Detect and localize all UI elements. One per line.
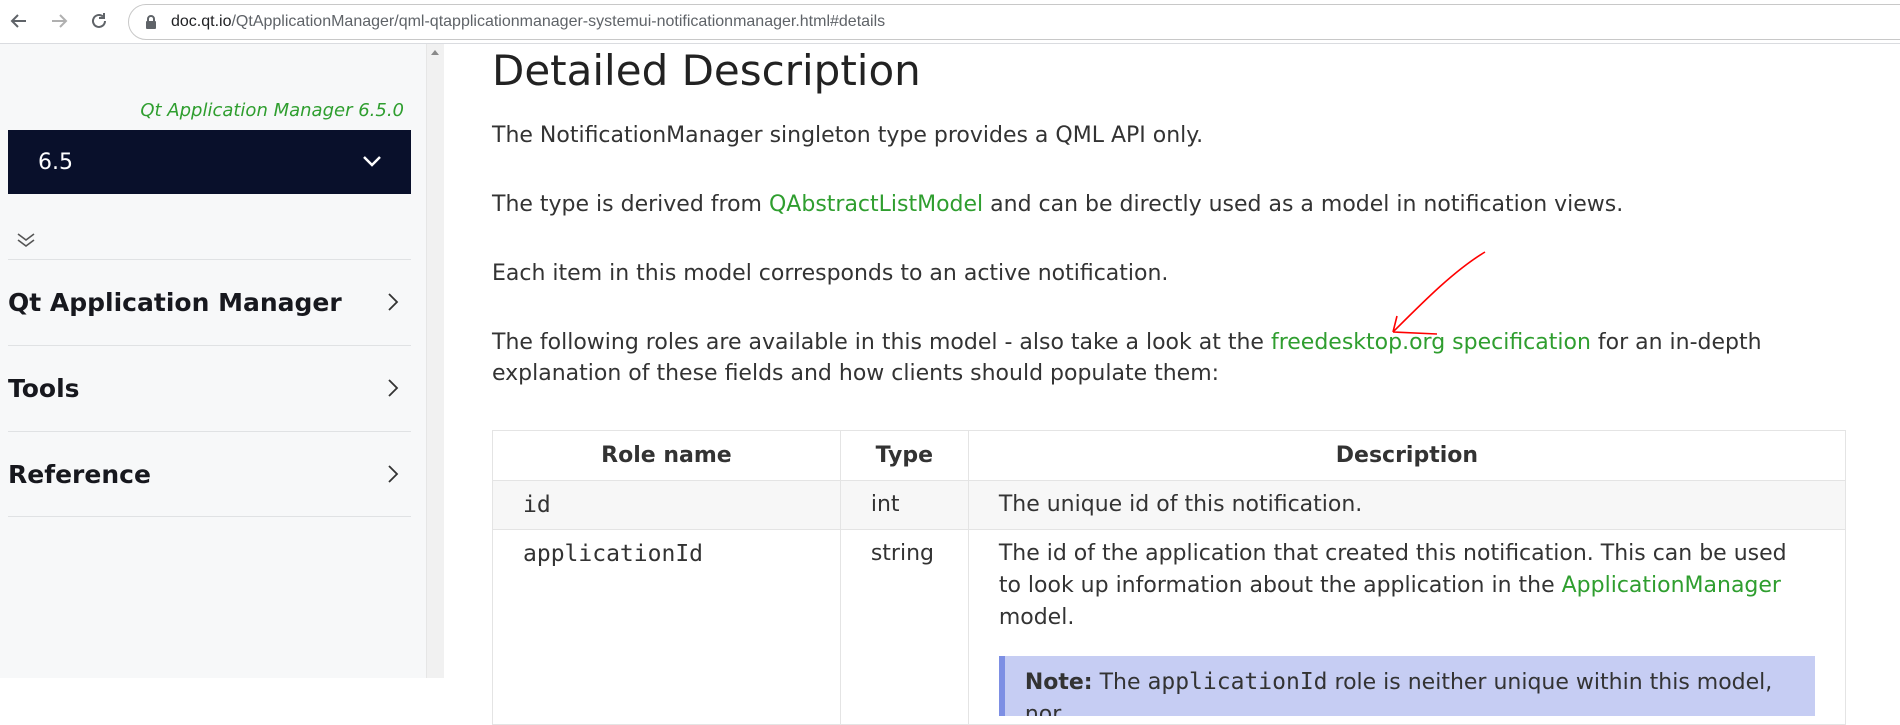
page-title: Detailed Description bbox=[492, 46, 921, 95]
sidebar-item-tools[interactable]: Tools bbox=[8, 345, 411, 431]
sidebar-item-reference[interactable]: Reference bbox=[8, 431, 411, 517]
version-select[interactable]: 6.5 bbox=[8, 130, 411, 194]
scroll-up-arrow-icon[interactable] bbox=[431, 50, 439, 55]
chevron-right-icon bbox=[388, 379, 399, 397]
type-cell: int bbox=[839, 480, 969, 530]
lock-icon bbox=[146, 15, 156, 29]
browser-toolbar: doc.qt.io/QtApplicationManager/qml-qtapp… bbox=[0, 0, 1900, 44]
url-path: /QtApplicationManager/qml-qtapplicationm… bbox=[231, 13, 886, 30]
paragraph-2: The type is derived from QAbstractListMo… bbox=[492, 189, 1872, 220]
paragraph-1: The NotificationManager singleton type p… bbox=[492, 123, 1204, 148]
sidebar-nav: Qt Application Manager Tools Reference bbox=[8, 259, 411, 517]
forward-arrow-icon[interactable] bbox=[46, 8, 72, 34]
type-cell: string bbox=[839, 529, 969, 725]
reload-icon[interactable] bbox=[86, 8, 112, 34]
paragraph-3: Each item in this model corresponds to a… bbox=[492, 261, 1169, 286]
address-bar[interactable]: doc.qt.io/QtApplicationManager/qml-qtapp… bbox=[128, 4, 1900, 40]
description-text: model. bbox=[998, 605, 1075, 630]
main-content: Detailed Description The NotificationMan… bbox=[492, 44, 1892, 725]
product-version-label: Qt Application Manager 6.5.0 bbox=[140, 100, 404, 121]
sidebar-item-label: Tools bbox=[8, 374, 80, 403]
paragraph-text: The type is derived from bbox=[492, 192, 769, 217]
applicationmanager-link[interactable]: ApplicationManager bbox=[1562, 573, 1781, 598]
sidebar-scrollbar[interactable] bbox=[426, 44, 444, 678]
sidebar-item-label: Reference bbox=[8, 459, 151, 489]
paragraph-text: The following roles are available in thi… bbox=[492, 330, 1271, 355]
chevron-right-icon bbox=[388, 465, 399, 483]
freedesktop-spec-link[interactable]: freedesktop.org specification bbox=[1271, 330, 1591, 355]
role-name-cell: applicationId bbox=[492, 529, 841, 725]
chevron-right-icon bbox=[388, 293, 399, 311]
sidebar-item-qt-application-manager[interactable]: Qt Application Manager bbox=[8, 259, 411, 345]
note-code: applicationId bbox=[1147, 669, 1328, 695]
url-host: doc.qt.io bbox=[171, 13, 232, 30]
qabstractlistmodel-link[interactable]: QAbstractListModel bbox=[769, 192, 983, 217]
version-select-value: 6.5 bbox=[38, 149, 73, 175]
role-name-cell: id bbox=[492, 480, 841, 530]
description-cell: The unique id of this notification. bbox=[967, 480, 1847, 530]
description-cell: The id of the application that created t… bbox=[967, 529, 1847, 725]
note-text: The bbox=[1092, 670, 1148, 695]
table-row: id int The unique id of this notificatio… bbox=[492, 480, 1847, 530]
back-arrow-icon[interactable] bbox=[6, 8, 32, 34]
paragraph-text: and can be directly used as a model in n… bbox=[983, 192, 1624, 217]
chevron-down-icon bbox=[363, 156, 381, 167]
double-chevron-down-icon[interactable] bbox=[14, 230, 38, 250]
column-header-role: Role name bbox=[492, 430, 841, 481]
table-row: applicationId string The id of the appli… bbox=[492, 529, 1847, 725]
table-header-row: Role name Type Description bbox=[492, 430, 1847, 481]
sidebar-item-label: Qt Application Manager bbox=[8, 288, 342, 317]
sidebar: Qt Application Manager 6.5.0 6.5 Qt Appl… bbox=[0, 44, 426, 678]
note-box: Note: The applicationId role is neither … bbox=[998, 656, 1815, 716]
note-label: Note: bbox=[1024, 670, 1093, 695]
roles-table: Role name Type Description id int The un… bbox=[492, 430, 1847, 725]
column-header-description: Description bbox=[967, 430, 1847, 481]
column-header-type: Type bbox=[839, 430, 969, 481]
paragraph-4: The following roles are available in thi… bbox=[492, 327, 1872, 389]
